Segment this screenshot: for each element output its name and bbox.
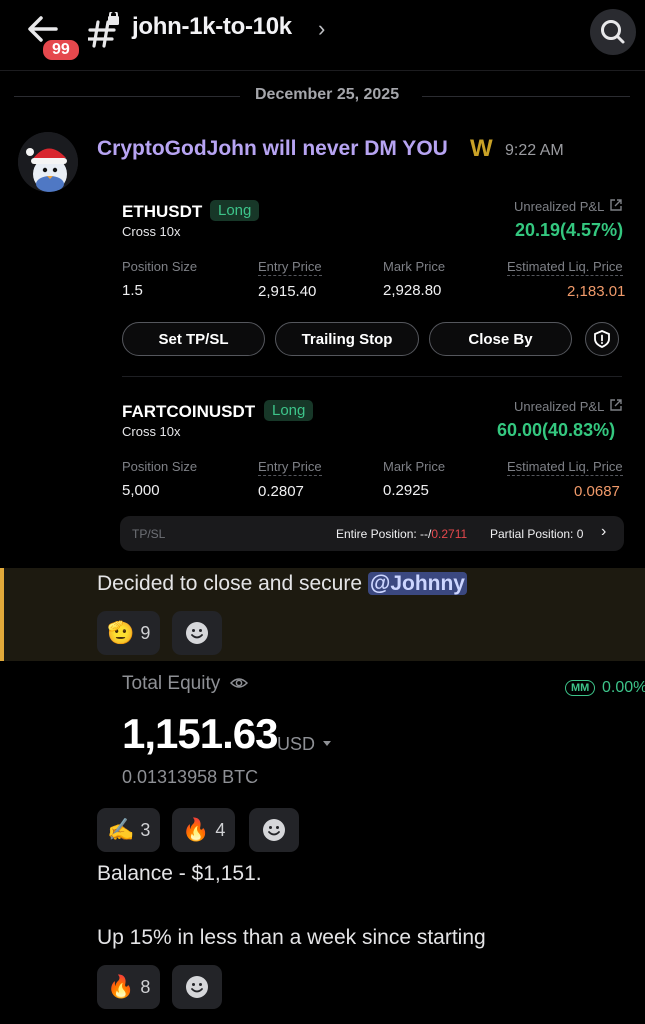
eye-icon[interactable] [230,676,248,690]
reaction-salute[interactable]: 🫡 9 [97,611,161,655]
message-timestamp: 9:22 AM [505,142,564,159]
reaction-fire[interactable]: 🔥 4 [172,808,236,852]
mention-highlight-bar [0,568,4,661]
add-reaction-icon [263,819,285,841]
label-mark-price: Mark Price [383,259,446,274]
message-text: Decided to close and secure @Johnny [97,572,467,596]
label-entry-price: Entry Price [258,459,322,476]
entry-price: 2,915.40 [258,283,317,300]
user-mention[interactable]: @Johnny [367,572,467,595]
total-equity-label: Total Equity [122,673,221,694]
fire-emoji-icon: 🔥 [107,974,135,999]
author-badge: W [470,135,493,162]
salute-emoji-icon: 🫡 [107,620,135,645]
chevron-right-icon[interactable]: › [601,523,606,541]
liq-price: 0.0687 [574,483,620,500]
share-icon[interactable] [609,198,623,212]
position-symbol: FARTCOINUSDT [122,402,256,421]
add-reaction-button[interactable] [249,808,299,852]
message-text: Up 15% in less than a week since startin… [97,926,486,949]
shield-icon [594,330,610,348]
share-icon[interactable] [609,398,623,412]
reaction-count: 3 [140,819,151,840]
margin-mode: Cross 10x [122,224,181,239]
entire-position: Entire Position: --/0.2711 [336,527,467,541]
liq-price: 2,183.01 [567,283,626,300]
entry-price: 0.2807 [258,483,304,500]
reaction-writing[interactable]: ✍️ 3 [97,808,161,852]
partial-position: Partial Position: 0 [490,527,584,541]
writing-hand-emoji-icon: ✍️ [107,817,135,842]
author-name[interactable]: CryptoGodJohn will never DM YOU [97,137,448,161]
card-separator [122,376,622,377]
add-reaction-button[interactable] [172,611,222,655]
date-divider: December 25, 2025 [255,86,400,103]
equity-btc: 0.01313958 BTC [122,767,259,787]
channel-header: 99 john-1k-to-10k › [0,0,645,71]
position-size: 5,000 [122,482,160,499]
fire-emoji-icon: 🔥 [182,817,210,842]
reaction-fire[interactable]: 🔥 8 [97,965,161,1009]
channel-name[interactable]: john-1k-to-10k [132,13,292,41]
close-by-button[interactable]: Close By [429,322,572,356]
locked-channel-hash-icon [88,12,119,48]
tpsl-label: TP/SL [132,527,166,541]
label-liq-price: Estimated Liq. Price [507,459,623,476]
total-equity-value: 1,151.63 [122,710,278,757]
message-text: Balance - $1,151. [97,862,262,885]
add-reaction-icon [186,976,208,998]
margin-mode: Cross 10x [122,424,181,439]
trailing-stop-button[interactable]: Trailing Stop [275,322,419,356]
pnl-value: 60.00(40.83%) [497,420,616,440]
set-tpsl-button[interactable]: Set TP/SL [122,322,265,356]
search-button[interactable] [590,9,636,55]
position-symbol: ETHUSDT [122,202,203,221]
penguin-santa-avatar-icon [18,132,78,192]
divider-right [422,96,630,97]
pnl-value: 20.19(4.57%) [515,220,624,240]
unread-badge: 99 [40,37,82,63]
mm-tag: MM [565,680,596,696]
side-tag: Long [264,400,314,421]
mark-price: 2,928.80 [383,282,442,299]
position-size: 1.5 [122,282,143,299]
equity-currency[interactable]: USD [277,734,315,755]
mark-price: 0.2925 [383,482,429,499]
entire-position-value: 0.2711 [431,527,468,541]
mm-value: 0.00% [602,679,645,696]
reaction-count: 9 [140,622,151,643]
label-liq-price: Estimated Liq. Price [507,259,623,276]
divider-left [14,96,240,97]
entire-position-label: Entire Position: --/ [336,527,432,541]
label-mark-price: Mark Price [383,459,446,474]
caret-down-icon[interactable] [322,740,332,748]
label-position-size: Position Size [122,459,198,474]
reaction-count: 4 [215,819,226,840]
message-text-body: Decided to close and secure [97,572,362,595]
protect-button[interactable] [585,322,619,356]
search-icon [601,20,625,44]
add-reaction-button[interactable] [172,965,222,1009]
label-position-size: Position Size [122,259,198,274]
avatar[interactable] [18,132,78,192]
reaction-count: 8 [140,976,151,997]
add-reaction-icon [186,622,208,644]
pnl-label: Unrealized P&L [514,199,605,214]
label-entry-price: Entry Price [258,259,322,276]
chevron-right-icon[interactable]: › [318,16,325,42]
pnl-label: Unrealized P&L [514,399,605,414]
side-tag: Long [210,200,260,221]
